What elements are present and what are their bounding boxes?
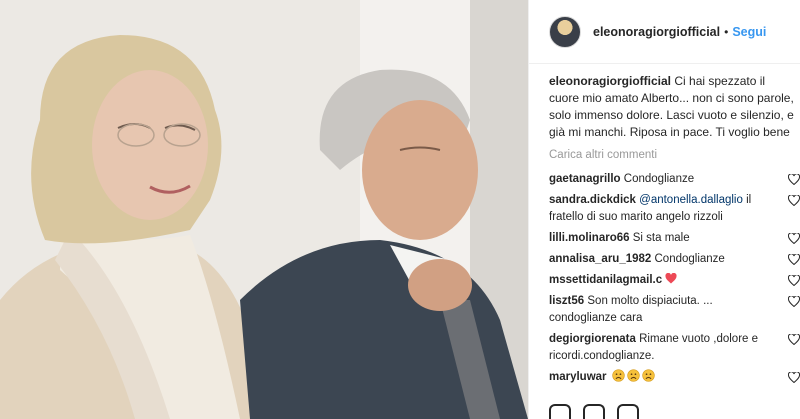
comment-username[interactable]: degiorgiorenata xyxy=(549,333,636,345)
comment-username[interactable]: gaetanagrillo xyxy=(549,173,621,185)
comment-text: Condoglianze xyxy=(654,253,725,265)
comment-item: gaetanagrillo Condoglianze xyxy=(549,171,800,188)
post-header: eleonoragiorgiofficial • Segui xyxy=(529,0,800,64)
sad-face-emoji xyxy=(612,369,625,382)
like-heart-icon[interactable] xyxy=(788,174,800,185)
like-heart-icon[interactable] xyxy=(788,334,800,345)
comment-item: liszt56 Son molto dispiaciuta. ... condo… xyxy=(549,293,800,327)
like-heart-icon[interactable] xyxy=(788,254,800,265)
post-side-panel: eleonoragiorgiofficial • Segui eleonorag… xyxy=(528,0,800,419)
sad-face-emoji xyxy=(627,369,640,382)
comment-username[interactable]: lilli.molinaro66 xyxy=(549,232,630,244)
comment-item: sandra.dickdick @antonella.dallaglio il … xyxy=(549,192,800,226)
red-heart-emoji xyxy=(665,273,677,284)
photo-illustration xyxy=(0,0,528,419)
comment-username[interactable]: maryluwar xyxy=(549,371,607,383)
sad-face-emoji xyxy=(642,369,655,382)
comment-text: Si sta male xyxy=(632,232,690,244)
avatar[interactable] xyxy=(549,15,581,48)
header-username[interactable]: eleonoragiorgiofficial xyxy=(593,25,720,39)
comments-list: eleonoragiorgiofficial Ci hai spezzato i… xyxy=(549,73,800,386)
like-heart-icon[interactable] xyxy=(788,233,800,244)
comment-item: maryluwar xyxy=(549,369,800,386)
like-heart-icon[interactable] xyxy=(788,275,800,286)
follow-button[interactable]: Segui xyxy=(732,25,766,39)
comment-username[interactable]: sandra.dickdick xyxy=(549,194,636,206)
comment-username[interactable]: mssettidanilagmail.c xyxy=(549,274,662,286)
comment-username[interactable]: annalisa_aru_1982 xyxy=(549,253,651,265)
comment-text: Condoglianze xyxy=(623,173,695,185)
like-heart-icon[interactable] xyxy=(788,195,800,206)
comment-item: degiorgiorenata Rimane vuoto ,dolore e r… xyxy=(549,331,800,365)
comment-item: lilli.molinaro66 Si sta male xyxy=(549,230,800,247)
like-heart-icon[interactable] xyxy=(788,296,800,307)
post-caption: eleonoragiorgiofficial Ci hai spezzato i… xyxy=(549,73,794,141)
load-more-comments[interactable]: Carica altri commenti xyxy=(549,148,794,163)
like-button-icon[interactable] xyxy=(549,404,571,419)
separator-dot: • xyxy=(724,24,729,39)
post-photo[interactable] xyxy=(0,0,528,419)
comment-item: mssettidanilagmail.c xyxy=(549,272,800,289)
like-heart-icon[interactable] xyxy=(788,372,800,383)
comment-item: annalisa_aru_1982 Condoglianze xyxy=(549,251,800,268)
comment-mention-link[interactable]: @antonella.dallaglio xyxy=(639,194,743,206)
post-action-bar xyxy=(549,404,639,419)
comment-button-icon[interactable] xyxy=(583,404,605,419)
caption-username[interactable]: eleonoragiorgiofficial xyxy=(549,74,671,88)
share-button-icon[interactable] xyxy=(617,404,639,419)
comment-username[interactable]: liszt56 xyxy=(549,295,584,307)
